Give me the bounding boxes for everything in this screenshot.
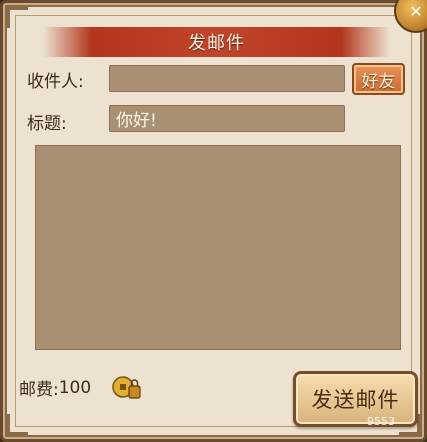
subject-input[interactable]	[109, 105, 345, 132]
close-icon: ✕	[409, 1, 423, 21]
corner-ornament	[7, 414, 28, 435]
close-button[interactable]: ✕	[394, 0, 427, 33]
postage-label: 邮费:	[19, 380, 59, 400]
corner-ornament	[7, 7, 28, 28]
recipient-label: 收件人:	[27, 72, 84, 92]
postage-amount: 100	[58, 377, 92, 398]
send-mail-dialog: 发邮件 ✕ 收件人: 好友 标题: 邮费: 100 发送邮件 9553	[0, 0, 427, 442]
dialog-title-bar: 发邮件	[43, 27, 390, 57]
coin-icon	[112, 376, 141, 399]
send-mail-button[interactable]: 发送邮件	[293, 371, 418, 427]
mail-body-textarea[interactable]	[35, 145, 401, 350]
subject-label: 标题:	[27, 114, 67, 134]
dialog-title: 发邮件	[188, 33, 245, 54]
recipient-input[interactable]	[109, 65, 345, 92]
postage-info: 邮费: 100	[19, 375, 92, 401]
watermark-text: 9553	[367, 415, 395, 428]
friends-button[interactable]: 好友	[352, 63, 405, 95]
